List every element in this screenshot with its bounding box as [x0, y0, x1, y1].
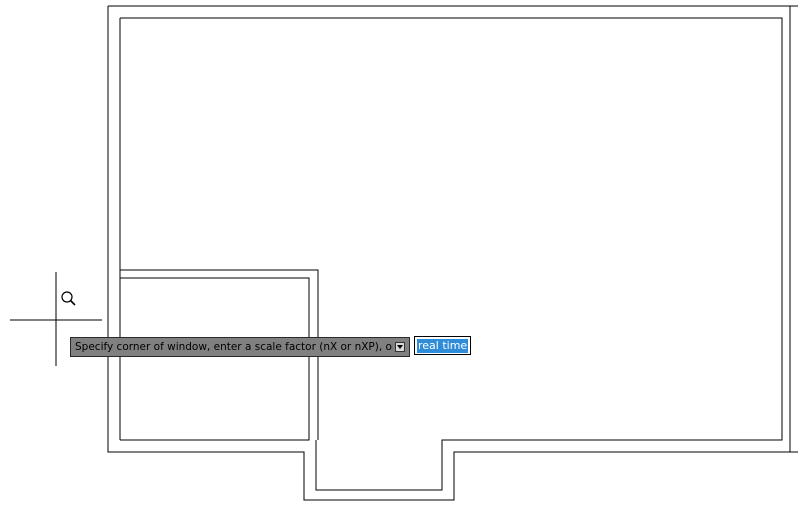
dropdown-arrow-icon[interactable]: [395, 342, 405, 352]
drawing-canvas[interactable]: [0, 0, 798, 504]
room-partition-line: [120, 277, 310, 441]
option-value[interactable]: real time: [417, 338, 469, 353]
zoom-option-input[interactable]: real time: [414, 336, 471, 355]
outer-wall-line: [107, 6, 798, 501]
prompt-text: Specify corner of window, enter a scale …: [75, 341, 393, 353]
floor-plan-drawing: [107, 5, 798, 501]
inner-wall-line: [120, 17, 783, 491]
dynamic-input-prompt: Specify corner of window, enter a scale …: [70, 337, 410, 357]
